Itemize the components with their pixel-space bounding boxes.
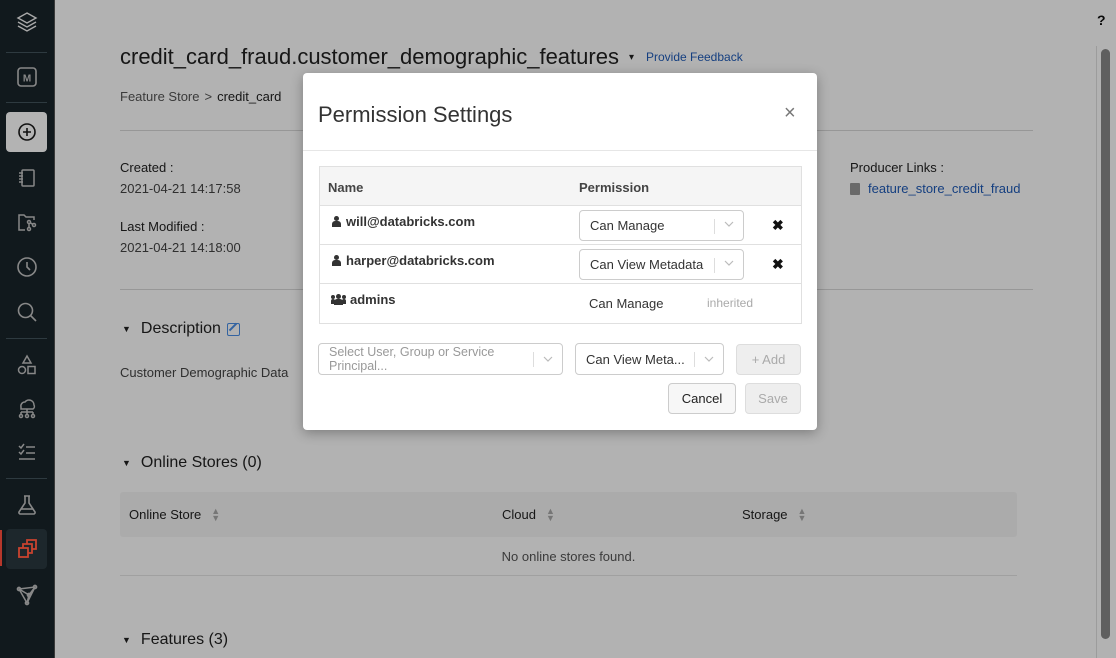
- principal-name: will@databricks.com: [331, 214, 475, 229]
- sidebar-item-m[interactable]: M: [6, 57, 47, 97]
- permission-row: harper@databricks.com Can View Metadata …: [320, 245, 801, 284]
- user-icon: [331, 255, 342, 266]
- column-header-permission: Permission: [579, 180, 650, 195]
- permission-level-value: Can View Meta...: [586, 352, 685, 367]
- chevron-down-icon: [724, 260, 734, 266]
- remove-icon[interactable]: ✖: [772, 217, 784, 234]
- permissions-table: Name Permission will@databricks.com Can …: [319, 166, 802, 324]
- m-icon: M: [16, 67, 37, 87]
- chevron-down-icon: [724, 221, 734, 227]
- repos-icon: [17, 214, 36, 232]
- checklist-icon: [17, 443, 35, 460]
- select-separator: [533, 352, 534, 367]
- principal-name: harper@databricks.com: [331, 253, 495, 268]
- sidebar-item-logo[interactable]: [6, 2, 47, 42]
- models-icon: [16, 584, 37, 606]
- sidebar-item-experiments[interactable]: [6, 485, 47, 525]
- permission-select-value: Can Manage: [590, 218, 665, 233]
- select-separator: [714, 258, 715, 273]
- shapes-icon: [17, 354, 36, 375]
- sidebar-item-search[interactable]: [6, 292, 47, 332]
- save-button[interactable]: Save: [745, 383, 801, 414]
- principal-name-text: admins: [350, 292, 396, 307]
- sidebar-item-data[interactable]: [6, 345, 47, 385]
- inherited-note: inherited: [707, 296, 754, 310]
- layers-icon: [16, 12, 37, 32]
- sidebar-item-repos[interactable]: [6, 202, 47, 242]
- principal-name-text: will@databricks.com: [346, 214, 475, 229]
- sidebar-divider: [6, 338, 47, 339]
- permission-value: Can Manage: [589, 296, 664, 311]
- remove-icon[interactable]: ✖: [772, 256, 784, 273]
- user-icon: [331, 216, 342, 227]
- select-separator: [694, 352, 695, 367]
- sidebar-item-compute[interactable]: [6, 388, 47, 428]
- principal-select-placeholder: Select User, Group or Service Principal.…: [329, 345, 495, 373]
- svg-text:M: M: [22, 74, 30, 85]
- sidebar-divider: [6, 102, 47, 103]
- active-indicator: [0, 530, 2, 566]
- sidebar-item-create[interactable]: [6, 112, 47, 152]
- permissions-table-header: Name Permission: [320, 167, 801, 206]
- permission-row: admins Can Manage inherited: [320, 284, 801, 323]
- select-separator: [714, 219, 715, 234]
- notebook-icon: [18, 169, 35, 187]
- search-icon: [17, 302, 37, 322]
- modal-divider: [303, 150, 817, 151]
- sidebar-item-recents[interactable]: [6, 247, 47, 287]
- group-icon: [331, 294, 346, 305]
- permission-select[interactable]: Can View Metadata: [579, 249, 744, 280]
- cancel-button[interactable]: Cancel: [668, 383, 736, 414]
- principal-name-text: harper@databricks.com: [346, 253, 495, 268]
- feature-store-icon: [17, 539, 37, 558]
- clock-icon: [16, 257, 37, 277]
- modal-title: Permission Settings: [318, 102, 513, 127]
- principal-select[interactable]: Select User, Group or Service Principal.…: [318, 343, 563, 375]
- flask-icon: [17, 495, 36, 515]
- sidebar-item-feature-store[interactable]: [6, 529, 47, 569]
- permission-row: will@databricks.com Can Manage ✖: [320, 206, 801, 245]
- sidebar: M: [0, 0, 55, 658]
- permission-select-value: Can View Metadata: [590, 257, 704, 272]
- chevron-down-icon: [543, 356, 553, 362]
- column-header-name: Name: [328, 180, 364, 195]
- sidebar-item-jobs[interactable]: [6, 432, 47, 472]
- permission-settings-modal: Permission Settings × Name Permission wi…: [303, 73, 817, 430]
- permission-select[interactable]: Can Manage: [579, 210, 744, 241]
- permission-level-select[interactable]: Can View Meta...: [575, 343, 724, 375]
- chevron-down-icon: [704, 356, 714, 362]
- sidebar-item-workspace[interactable]: [6, 158, 47, 198]
- sidebar-item-models[interactable]: [6, 575, 47, 615]
- add-button[interactable]: + Add: [736, 344, 801, 375]
- sidebar-divider: [6, 52, 47, 53]
- plus-circle-icon: [17, 123, 36, 141]
- sidebar-divider: [6, 478, 47, 479]
- cluster-icon: [18, 399, 35, 419]
- principal-name: admins: [331, 292, 396, 307]
- close-icon[interactable]: ×: [784, 103, 796, 123]
